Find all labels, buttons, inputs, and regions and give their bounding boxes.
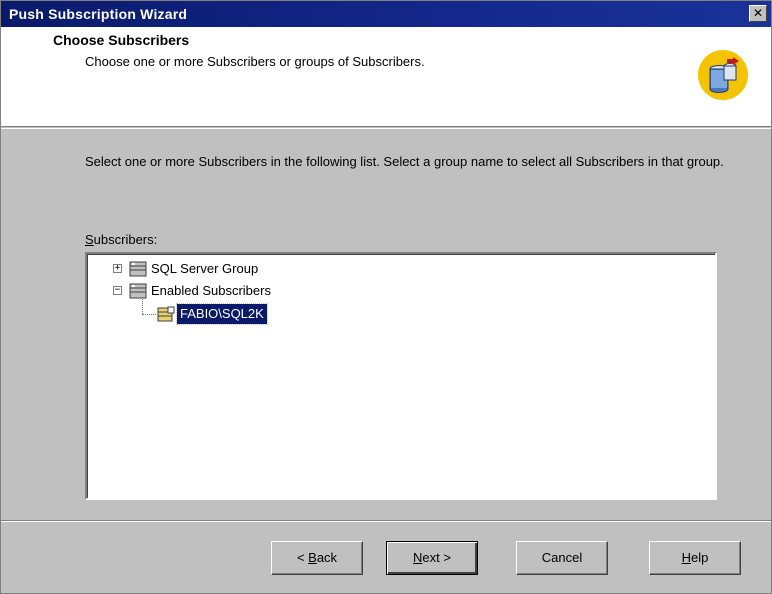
subscribers-label-text: ubscribers: [93,232,158,247]
back-button-label: ack [316,550,338,565]
server-group-icon [129,283,147,299]
window-title: Push Subscription Wizard [9,6,188,22]
back-button-access-key: B [308,550,317,565]
server-group-icon [129,261,147,277]
help-button-label: elp [691,550,709,565]
help-button-access-key: H [681,550,692,565]
page-subtitle: Choose one or more Subscribers or groups… [85,54,425,69]
tree-item-label: Enabled Subscribers [151,283,271,298]
page-title: Choose Subscribers [53,32,190,48]
next-button[interactable]: Next > [386,541,478,575]
close-button[interactable]: ✕ [749,5,767,22]
header-divider [1,128,771,129]
subscribers-tree[interactable]: + SQL Server Group − Enabled Subscribers [85,252,717,500]
next-button-access-key: N [413,550,423,565]
tree-item-fabio-sql2k[interactable]: FABIO\SQL2K [157,303,357,325]
back-button[interactable]: < Back [271,541,363,575]
subscribers-label-access-key: S [85,232,94,247]
tree-item-enabled-subscribers[interactable]: − Enabled Subscribers [113,281,353,301]
button-bar-divider-highlight [1,521,771,522]
title-bar[interactable]: Push Subscription Wizard ✕ [1,1,771,27]
expand-icon[interactable]: + [113,264,122,273]
tree-item-label: SQL Server Group [151,261,259,276]
wizard-window: Push Subscription Wizard ✕ Choose Subscr… [0,0,772,594]
next-button-label: ext > [422,550,451,565]
tree-connector [142,314,156,315]
server-icon [157,306,175,322]
back-button-prefix: < [296,550,309,565]
tree-item-sql-server-group[interactable]: + SQL Server Group [113,259,333,279]
cancel-button[interactable]: Cancel [516,541,608,575]
instructions-text: Select one or more Subscribers in the fo… [85,154,724,169]
database-wizard-icon [698,50,748,100]
collapse-icon[interactable]: − [113,286,122,295]
cancel-button-label: Cancel [541,550,583,565]
tree-item-label-selected: FABIO\SQL2K [176,303,268,325]
wizard-header: Choose Subscribers Choose one or more Su… [1,27,771,127]
help-button[interactable]: Help [649,541,741,575]
close-icon: ✕ [752,6,764,20]
subscribers-label: Subscribers: [85,232,157,247]
